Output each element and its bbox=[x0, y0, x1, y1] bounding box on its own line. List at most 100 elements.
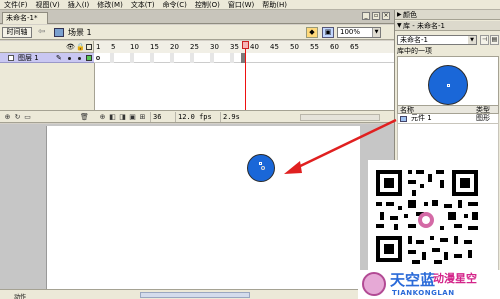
pencil-icon: ✎ bbox=[56, 54, 62, 62]
frame-number: 35 bbox=[230, 43, 239, 51]
frame-cell-shade bbox=[110, 53, 114, 63]
timeline-toggle-button[interactable]: 时间轴 bbox=[2, 27, 32, 38]
triangle-down-icon: ▼ bbox=[397, 22, 402, 29]
actions-label: 动作 bbox=[14, 294, 27, 299]
frame-number: 20 bbox=[170, 43, 179, 51]
menu-bar: 文件(F) 视图(V) 插入(I) 修改(M) 文本(T) 命令(C) 控制(O… bbox=[0, 0, 500, 10]
menu-commands[interactable]: 命令(C) bbox=[159, 0, 191, 10]
lock-dot[interactable] bbox=[78, 57, 81, 60]
preview-circle bbox=[428, 65, 468, 105]
logo-main-text: 天空蓝 bbox=[390, 271, 436, 289]
library-item-name: 元件 1 bbox=[411, 114, 432, 122]
back-arrow-icon[interactable]: ⇦ bbox=[38, 27, 48, 38]
edit-scene-icon[interactable]: ▣ bbox=[322, 27, 334, 38]
menu-modify[interactable]: 修改(M) bbox=[93, 0, 127, 10]
library-panel-title[interactable]: ▼ 库 - 未命名-1 bbox=[395, 21, 500, 31]
frame-number: 1 bbox=[96, 43, 101, 51]
arrow-head bbox=[284, 161, 302, 174]
add-layer-icon[interactable]: ⊕ bbox=[3, 113, 12, 121]
visibility-dot[interactable] bbox=[68, 57, 71, 60]
frame-cell-shade bbox=[210, 53, 214, 63]
zoom-select[interactable]: 100% ▼ bbox=[337, 27, 381, 38]
column-name-header[interactable]: 名称 bbox=[400, 106, 414, 114]
frame-number: 15 bbox=[150, 43, 159, 51]
frame-number: 45 bbox=[270, 43, 279, 51]
graphic-symbol-icon bbox=[400, 116, 407, 122]
chevron-down-icon[interactable]: ▼ bbox=[468, 36, 476, 44]
menu-control[interactable]: 控制(O) bbox=[191, 0, 224, 10]
frame-cell-shade bbox=[150, 53, 154, 63]
outline-icon[interactable] bbox=[86, 44, 92, 50]
chevron-down-icon[interactable]: ▼ bbox=[372, 28, 380, 37]
menu-insert[interactable]: 插入(I) bbox=[64, 0, 94, 10]
frame-number: 25 bbox=[190, 43, 199, 51]
new-library-icon[interactable]: ▤ bbox=[490, 35, 499, 45]
library-item[interactable]: 元件 1 图形 bbox=[397, 114, 499, 124]
color-panel-label: 颜色 bbox=[403, 11, 417, 19]
eye-icon[interactable]: 👁 bbox=[66, 43, 75, 51]
layer-row[interactable]: 图层 1 ✎ bbox=[0, 53, 394, 63]
library-dropdown[interactable]: 未命名-1 ▼ bbox=[397, 35, 477, 45]
pin-icon[interactable]: ⊣ bbox=[480, 35, 489, 45]
column-type-header[interactable]: 类型 bbox=[476, 106, 490, 114]
onion-markers-icon[interactable]: ⊞ bbox=[138, 113, 147, 121]
frame-cell-shade bbox=[190, 53, 194, 63]
frame-number: 55 bbox=[310, 43, 319, 51]
add-guide-icon[interactable]: ↻ bbox=[13, 113, 22, 121]
library-item-type: 图形 bbox=[476, 114, 490, 122]
layer-name: 图层 1 bbox=[18, 54, 39, 62]
actions-panel-bar[interactable]: 动作 bbox=[0, 294, 60, 299]
frame-number: 30 bbox=[210, 43, 219, 51]
edit-symbols-icon[interactable]: ◆ bbox=[306, 27, 318, 38]
minimize-icon[interactable]: _ bbox=[362, 12, 370, 20]
restore-icon[interactable]: ▫ bbox=[372, 12, 380, 20]
color-panel-title[interactable]: ▶ 颜色 bbox=[395, 10, 500, 20]
document-tab[interactable]: 未命名-1* bbox=[2, 12, 48, 24]
frame-row[interactable] bbox=[94, 53, 394, 63]
qr-code bbox=[368, 160, 488, 270]
layer-name-cell[interactable]: 图层 1 ✎ bbox=[0, 53, 94, 63]
frame-cell-shade bbox=[130, 53, 134, 63]
scroll-thumb[interactable] bbox=[140, 292, 250, 298]
menu-text[interactable]: 文本(T) bbox=[127, 0, 159, 10]
transform-point bbox=[261, 166, 265, 170]
edit-multiple-icon[interactable]: ▣ bbox=[128, 113, 137, 121]
lock-icon[interactable]: 🔒 bbox=[76, 43, 85, 51]
menu-view[interactable]: 视图(V) bbox=[32, 0, 64, 10]
frame-rate-field: 12.0 fps bbox=[175, 112, 214, 122]
menu-file[interactable]: 文件(F) bbox=[0, 0, 32, 10]
registration-point bbox=[447, 84, 450, 87]
logo-english-text: TIANKONGLAN bbox=[392, 289, 455, 297]
library-list-header: 名称 类型 bbox=[397, 105, 499, 114]
library-panel-label: 库 - 未命名-1 bbox=[403, 22, 445, 30]
timeline-header: 👁 🔒 1 5 10 15 20 25 30 35 40 45 50 55 60… bbox=[0, 41, 394, 53]
logo-sub-text: 动漫星空 bbox=[433, 272, 477, 285]
frame-number: 10 bbox=[130, 43, 139, 51]
frame-number: 40 bbox=[250, 43, 259, 51]
close-icon[interactable]: × bbox=[382, 12, 390, 20]
stage-circle-instance[interactable] bbox=[247, 154, 275, 182]
registration-point bbox=[259, 162, 262, 165]
menu-help[interactable]: 帮助(H) bbox=[258, 0, 291, 10]
watermark-logo: 天空蓝 动漫星空 TIANKONGLAN bbox=[358, 270, 500, 299]
frame-cell-shade bbox=[170, 53, 174, 63]
keyframe-icon[interactable] bbox=[96, 56, 100, 60]
scene-icon bbox=[54, 28, 64, 37]
playhead-handle[interactable] bbox=[242, 41, 249, 49]
center-frame-icon[interactable]: ⊕ bbox=[98, 113, 107, 121]
library-count-label: 库中的一项 bbox=[397, 47, 432, 55]
trash-icon[interactable]: 🗑 bbox=[80, 113, 89, 121]
edit-bar: 时间轴 ⇦ 场景 1 ◆ ▣ 100% ▼ bbox=[0, 25, 394, 40]
zoom-value: 100% bbox=[340, 28, 361, 36]
frame-number: 5 bbox=[111, 43, 116, 51]
library-preview bbox=[397, 56, 499, 112]
document-tab-row: 未命名-1* _ ▫ × bbox=[0, 10, 394, 24]
menu-window[interactable]: 窗口(W) bbox=[224, 0, 258, 10]
timeline-empty-frames bbox=[94, 63, 394, 110]
onion-outline-icon[interactable]: ◨ bbox=[118, 113, 127, 121]
window-controls: _ ▫ × bbox=[362, 12, 390, 20]
outline-color-icon[interactable] bbox=[86, 55, 92, 61]
onion-skin-icon[interactable]: ◧ bbox=[108, 113, 117, 121]
frame-cell-shade bbox=[230, 53, 234, 63]
add-folder-icon[interactable]: ▭ bbox=[23, 113, 32, 121]
